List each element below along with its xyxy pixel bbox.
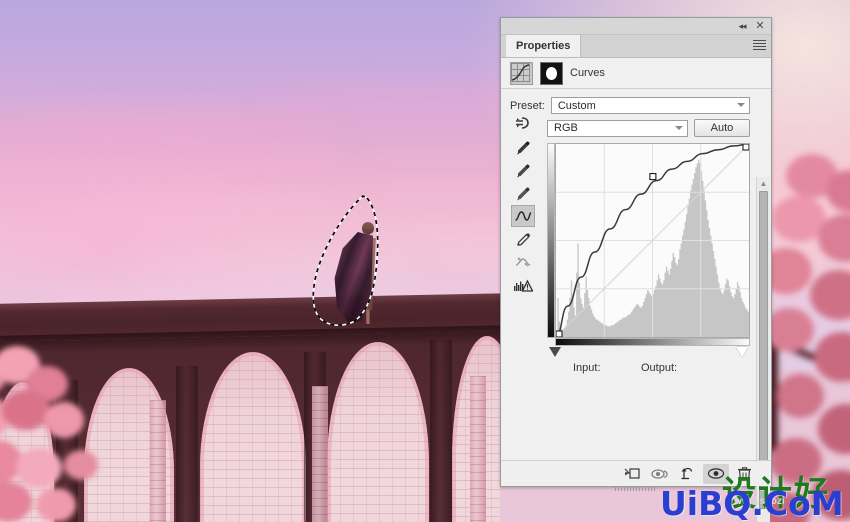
bridge-arch bbox=[327, 342, 429, 522]
pencil-tool-icon[interactable] bbox=[511, 228, 535, 250]
petal bbox=[770, 438, 822, 484]
petal bbox=[36, 488, 76, 522]
curve-control-point[interactable] bbox=[556, 330, 563, 337]
mask-shape bbox=[546, 66, 557, 80]
preset-label: Preset: bbox=[510, 99, 545, 112]
black-point-eyedropper-icon[interactable] bbox=[511, 136, 535, 158]
close-panel-icon[interactable]: ✕ bbox=[753, 20, 767, 32]
panel-titlebar: ◂◂ ✕ bbox=[501, 18, 771, 35]
white-point-eyedropper-icon[interactable] bbox=[511, 182, 535, 204]
auto-button[interactable]: Auto bbox=[694, 119, 750, 137]
toggle-layer-visibility-icon[interactable] bbox=[703, 463, 729, 484]
preset-row: Preset: Custom bbox=[510, 97, 750, 114]
chevron-down-icon bbox=[737, 103, 745, 107]
bridge-pier bbox=[430, 340, 452, 522]
view-previous-state-icon[interactable] bbox=[647, 464, 673, 484]
on-image-adjust-icon[interactable] bbox=[511, 113, 535, 135]
channel-value: RGB bbox=[554, 122, 578, 134]
chevron-down-icon bbox=[675, 125, 683, 130]
panel-tab-bar: Properties bbox=[501, 35, 771, 58]
petal bbox=[16, 448, 62, 488]
panel-body: Preset: Custom RGB Auto Input: Output: ▲ bbox=[501, 89, 771, 522]
selected-flag-object[interactable] bbox=[305, 188, 405, 338]
petal bbox=[818, 404, 850, 454]
input-label: Input: bbox=[573, 362, 601, 374]
curves-adjustment-icon bbox=[510, 61, 533, 85]
white-point-slider[interactable] bbox=[736, 347, 748, 357]
panel-resize-grip[interactable] bbox=[615, 486, 657, 491]
channel-dropdown[interactable]: RGB bbox=[547, 119, 688, 137]
clip-to-layer-icon[interactable] bbox=[619, 464, 645, 484]
brick-column bbox=[470, 376, 486, 522]
gray-point-eyedropper-icon[interactable] bbox=[511, 159, 535, 181]
panel-footer bbox=[501, 460, 771, 491]
smooth-curve-icon[interactable] bbox=[511, 251, 535, 273]
curves-toolbar bbox=[511, 113, 537, 297]
panel-menu-icon[interactable] bbox=[753, 40, 766, 51]
delete-adjustment-layer-icon[interactable] bbox=[731, 464, 757, 484]
chevron-up-icon[interactable]: ▲ bbox=[757, 177, 770, 189]
petal bbox=[0, 482, 32, 522]
reset-adjustment-icon[interactable] bbox=[675, 464, 701, 484]
preset-value: Custom bbox=[557, 99, 596, 112]
flag-pole-cap bbox=[362, 222, 374, 234]
petal bbox=[44, 402, 84, 438]
curve-control-point[interactable] bbox=[649, 172, 657, 181]
curve-plot[interactable] bbox=[556, 144, 749, 337]
curve-control-point[interactable] bbox=[742, 144, 749, 151]
bridge-pier bbox=[176, 366, 198, 522]
brick-column bbox=[312, 386, 328, 522]
output-label: Output: bbox=[641, 362, 678, 374]
preset-dropdown[interactable]: Custom bbox=[550, 97, 750, 114]
cherry-blossom-left bbox=[0, 340, 135, 522]
tab-properties-label: Properties bbox=[516, 40, 571, 52]
curve-point-tool-icon[interactable] bbox=[511, 205, 535, 227]
petal bbox=[776, 374, 824, 418]
petal bbox=[814, 332, 850, 382]
brick-column bbox=[150, 400, 166, 522]
layer-mask-thumbnail[interactable] bbox=[540, 61, 563, 85]
black-white-point-sliders[interactable] bbox=[547, 347, 750, 361]
tab-properties[interactable]: Properties bbox=[506, 35, 582, 57]
collapse-panel-icon[interactable]: ◂◂ bbox=[735, 20, 749, 32]
adjustment-title: Curves bbox=[570, 67, 605, 79]
curves-graph-area[interactable] bbox=[547, 143, 750, 347]
clipping-warning-icon[interactable] bbox=[511, 274, 535, 296]
properties-panel[interactable]: ◂◂ ✕ Properties Curves Preset: Custom RG… bbox=[500, 17, 772, 522]
black-point-slider[interactable] bbox=[549, 347, 561, 357]
channel-row: RGB Auto bbox=[547, 119, 750, 137]
output-gradient-bar bbox=[547, 143, 555, 338]
auto-button-label: Auto bbox=[710, 122, 734, 134]
petal bbox=[812, 470, 850, 520]
input-gradient-bar bbox=[555, 338, 750, 346]
bridge-arch bbox=[200, 352, 306, 522]
input-output-readout: Input: Output: bbox=[573, 362, 753, 374]
petal bbox=[64, 450, 98, 480]
petal bbox=[810, 270, 850, 320]
curves-graph[interactable] bbox=[555, 143, 750, 338]
petal bbox=[2, 390, 50, 430]
photoshop-screenshot: ◂◂ ✕ Properties Curves Preset: Custom RG… bbox=[0, 0, 850, 522]
adjustment-header: Curves bbox=[501, 58, 771, 89]
